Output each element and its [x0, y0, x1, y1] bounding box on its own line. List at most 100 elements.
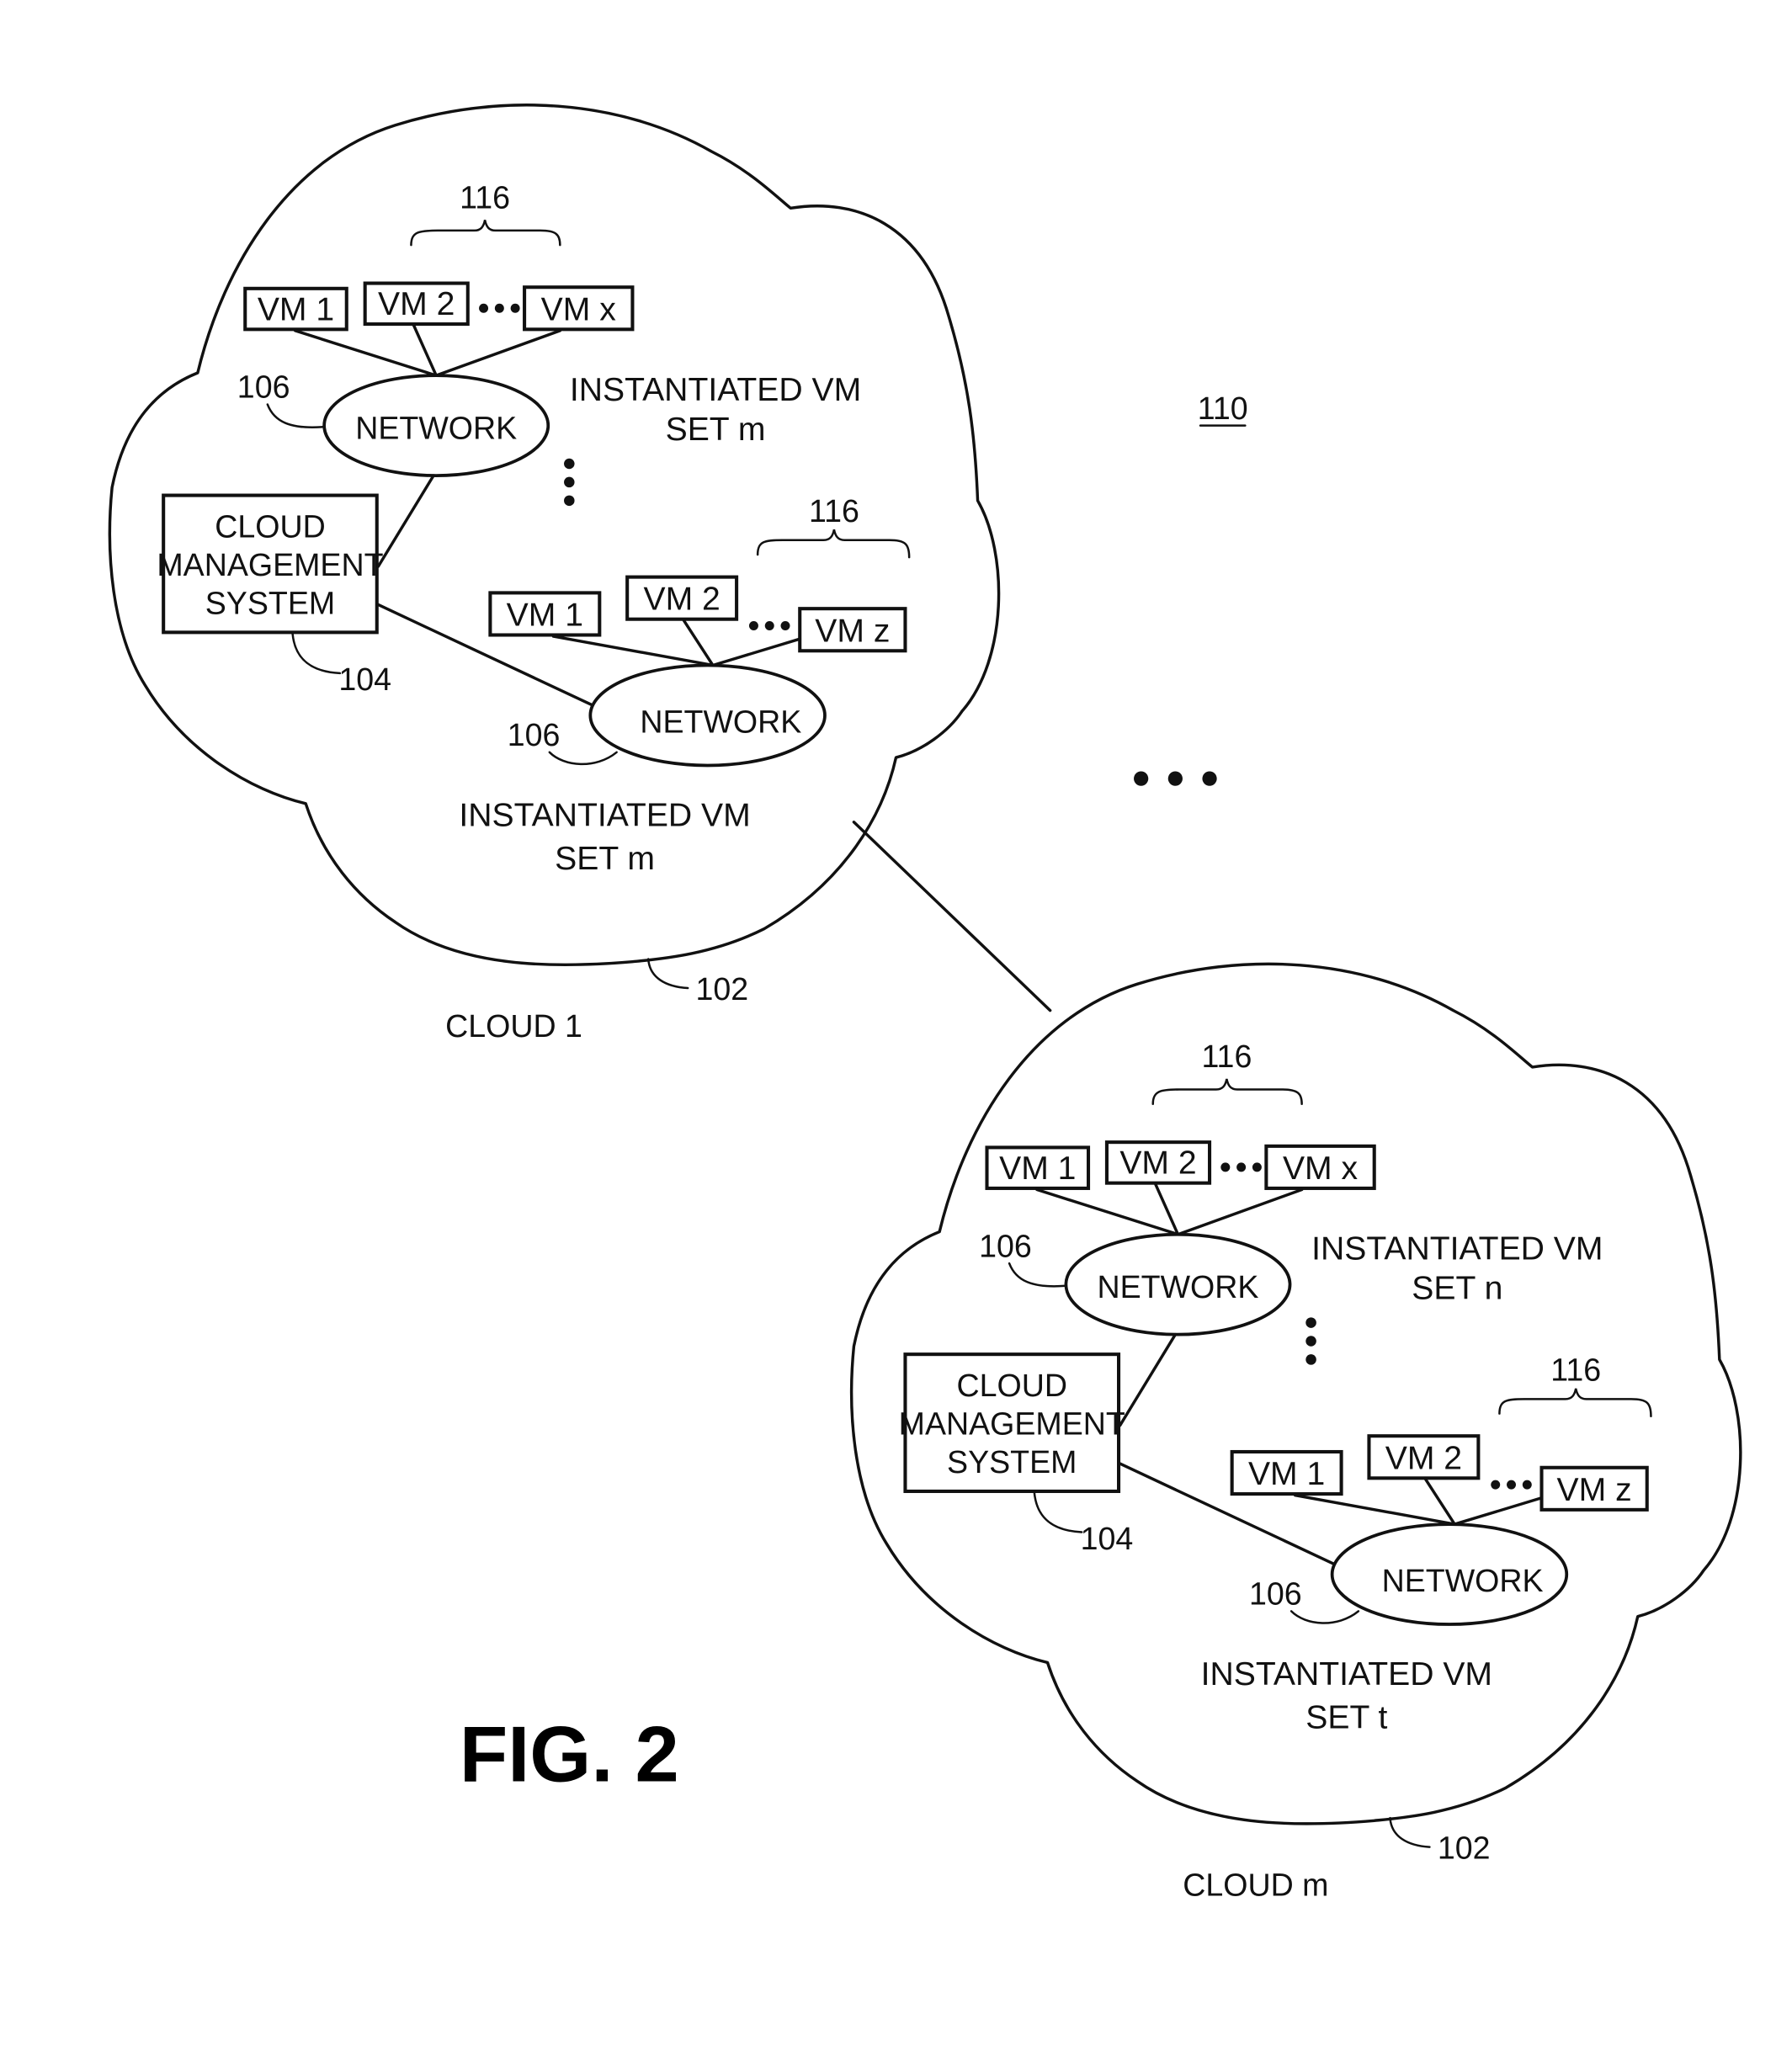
vm-set-label-line2: SET m [666, 412, 766, 448]
ellipsis-dot [1167, 771, 1183, 786]
vm-label: VM x [1283, 1150, 1359, 1187]
vm-link [682, 619, 715, 667]
vm-label: VM 2 [1119, 1145, 1196, 1182]
cms-label-line1: CLOUD [215, 509, 325, 545]
vm-group-brace [756, 529, 911, 559]
vm-link [551, 635, 715, 667]
network-label: NETWORK [355, 410, 517, 445]
system-ref-110: 110 [1198, 391, 1248, 427]
vm-link [293, 329, 438, 377]
vm-set-label-line1: INSTANTIATED VM [570, 372, 861, 408]
vm-ellipsis-dot [780, 621, 790, 631]
cms-label-line3: SYSTEM [947, 1444, 1077, 1480]
network-label: NETWORK [640, 704, 801, 739]
vm-group: 116 VM 1 VM 2 VM x [243, 179, 635, 377]
system-ref-label: 110 [1198, 391, 1248, 426]
cloud-ref: 102 [696, 971, 749, 1007]
network-label: NETWORK [1098, 1269, 1259, 1304]
cloud-ref: 102 [1438, 1831, 1491, 1866]
vm-group-brace [1151, 1078, 1303, 1105]
vm-link [434, 329, 562, 377]
vm-label: VM 2 [378, 286, 455, 322]
cloud-ref-leader [1389, 1816, 1431, 1848]
vm-ellipsis-dot [1507, 1480, 1516, 1490]
cms-ref-leader [291, 632, 342, 675]
vm-set-label-line2: SET t [1305, 1700, 1387, 1736]
inter-cloud-link [852, 821, 1052, 1012]
vm-ellipsis-dot [494, 303, 504, 313]
vm-label: VM 1 [507, 598, 583, 634]
vm-label: VM x [541, 291, 617, 327]
vm-link [1176, 1188, 1304, 1236]
cloud-ref-leader [646, 958, 689, 990]
cms-label-line2: MANAGEMENT [157, 547, 383, 582]
vm-label: VM 1 [999, 1150, 1076, 1187]
ellipsis-dot [1134, 771, 1149, 786]
vm-group-ref: 116 [460, 179, 510, 215]
set-ellipsis-dot [1305, 1317, 1316, 1328]
cloud-name: CLOUD 1 [445, 1008, 582, 1044]
network-ref: 106 [508, 717, 561, 752]
fig2-diagram: 110 116 VM 1 VM 2 VM x NETWORK 106 INSTA… [108, 104, 1742, 1903]
vm-ellipsis-dot [479, 303, 489, 313]
vm-group: 116 VM 1 VM 2 VM z [488, 493, 911, 667]
vm-group-ref: 116 [809, 493, 859, 529]
cms-network-link [1118, 1332, 1178, 1427]
cms-ref: 104 [338, 662, 391, 697]
network-ref-leader [1289, 1610, 1360, 1624]
vm-set-label-line1: INSTANTIATED VM [1201, 1656, 1492, 1692]
vm-group-ref: 116 [1550, 1352, 1601, 1387]
vm-link [1035, 1188, 1180, 1236]
network-ref: 106 [237, 369, 290, 405]
more-clouds-ellipsis [1134, 771, 1217, 786]
cloud-1: 116 VM 1 VM 2 VM x NETWORK 106 INSTANTIA… [108, 104, 1001, 1044]
network-ref-leader [266, 403, 326, 428]
vm-label: VM 2 [1385, 1440, 1462, 1476]
cms-network-link [376, 474, 435, 568]
vm-set-label-line2: SET m [555, 841, 655, 877]
vm-label: VM 1 [258, 291, 334, 327]
cloud-m: 116 VM 1 VM 2 VM x NETWORK 106 INSTANTIA… [849, 962, 1742, 1903]
vm-label: VM z [1557, 1472, 1632, 1508]
cms-label-line3: SYSTEM [205, 585, 335, 620]
vm-set-label-line1: INSTANTIATED VM [459, 797, 750, 833]
vm-label: VM 2 [643, 582, 720, 618]
vm-ellipsis-dot [510, 303, 520, 313]
cms-label-line1: CLOUD [957, 1368, 1067, 1403]
vm-link [1453, 1496, 1544, 1526]
vm-ellipsis-dot [1491, 1480, 1501, 1490]
vm-group-brace [1498, 1388, 1652, 1417]
vm-group: 116 VM 1 VM 2 VM z [1230, 1352, 1652, 1526]
network-ref: 106 [979, 1228, 1032, 1263]
set-ellipsis-dot [1305, 1354, 1316, 1365]
vm-group-ref: 116 [1201, 1039, 1252, 1074]
vm-label: VM 1 [1248, 1456, 1325, 1492]
vm-link [1294, 1493, 1456, 1526]
set-ellipsis-dot [564, 458, 575, 470]
vm-ellipsis-dot [748, 621, 758, 631]
network-label: NETWORK [1382, 1563, 1544, 1598]
vm-link [711, 637, 801, 667]
ellipsis-dot [1202, 771, 1217, 786]
cms-label-line2: MANAGEMENT [899, 1406, 1125, 1442]
set-ellipsis-dot [564, 476, 575, 488]
vm-set-label-line2: SET n [1412, 1270, 1502, 1306]
network-ref: 106 [1249, 1576, 1302, 1612]
set-ellipsis-dot [564, 495, 575, 507]
vm-group-brace [410, 220, 561, 247]
vm-group: 116 VM 1 VM 2 VM x [985, 1039, 1376, 1236]
vm-label: VM z [815, 613, 890, 649]
cms-ref: 104 [1081, 1521, 1134, 1556]
vm-set-label-line1: INSTANTIATED VM [1311, 1230, 1603, 1267]
vm-link [1424, 1478, 1456, 1526]
figure-label: FIG. 2 [460, 1709, 679, 1798]
cloud-name: CLOUD m [1183, 1868, 1328, 1903]
vm-ellipsis-dot [1252, 1162, 1262, 1172]
cms-ref-leader [1033, 1491, 1083, 1533]
vm-ellipsis-dot [1220, 1162, 1231, 1172]
set-ellipsis-dot [1305, 1336, 1316, 1347]
vm-ellipsis-dot [1236, 1162, 1247, 1172]
network-ref-leader [548, 751, 618, 766]
vm-ellipsis-dot [764, 621, 774, 631]
vm-ellipsis-dot [1522, 1480, 1532, 1490]
